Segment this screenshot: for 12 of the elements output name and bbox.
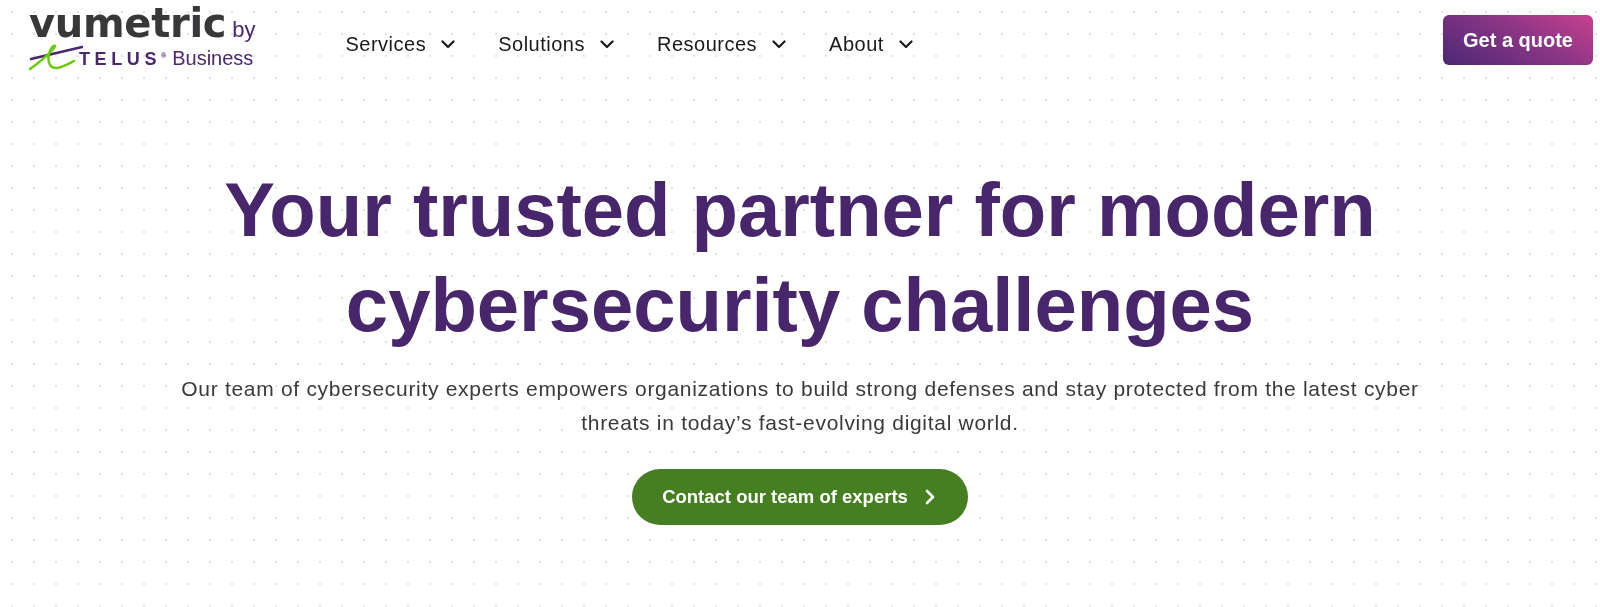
get-quote-button[interactable]: Get a quote xyxy=(1443,15,1593,65)
logo-by-text: by xyxy=(232,19,256,41)
hero-description: Our team of cybersecurity experts empowers organizations to build strong defenses and stay protected from the latest cyber threats in today’s fast-evolving digital world. xyxy=(180,376,1420,436)
hero-heading: Your trusted partner for modern cybersecurity challenges xyxy=(223,166,1377,349)
logo-wordmark[interactable]: vumetric xyxy=(29,3,227,43)
nav-menu-link[interactable]: About xyxy=(829,32,913,56)
logo-brand-text: TELUS$^{®}$ xyxy=(79,48,167,70)
nav-menu-link[interactable]: Services xyxy=(345,32,456,56)
nav-menu-link[interactable]: Solutions xyxy=(498,32,614,56)
logo-business-text: Business xyxy=(172,46,254,69)
contact-experts-button[interactable]: Contact our team of experts xyxy=(632,469,968,525)
nav-menu-link[interactable]: Resources xyxy=(656,32,787,56)
